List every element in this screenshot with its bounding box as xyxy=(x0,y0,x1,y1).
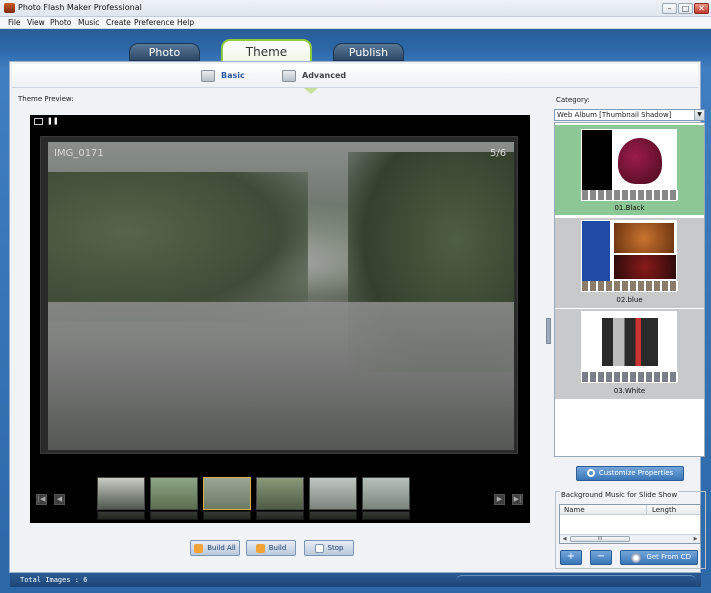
build-all-button[interactable]: Build All xyxy=(190,540,240,556)
active-subtab-indicator xyxy=(304,88,318,94)
panel-splitter[interactable] xyxy=(546,318,551,344)
last-thumbnail-button[interactable]: ▶| xyxy=(512,494,523,505)
theme-item-blue[interactable]: 02.blue xyxy=(555,218,704,308)
maximize-button[interactable]: □ xyxy=(678,3,693,14)
stop-label: Stop xyxy=(327,544,344,552)
window-title-bar: Photo Flash Maker Professional – □ ✕ xyxy=(0,0,711,17)
thumbnail[interactable] xyxy=(150,477,198,510)
menu-photo[interactable]: Photo xyxy=(50,17,71,29)
menu-view[interactable]: View xyxy=(27,17,45,29)
thumbnail[interactable] xyxy=(362,477,410,510)
customize-properties-label: Customize Properties xyxy=(598,469,674,477)
background-music-title: Background Music for Slide Show xyxy=(560,491,679,499)
get-from-cd-button[interactable]: Get From CD xyxy=(620,550,698,565)
thumbnail[interactable] xyxy=(309,477,357,510)
column-name[interactable]: Name xyxy=(564,505,585,515)
tab-publish[interactable]: Publish xyxy=(333,43,404,61)
thumbnail-reflection xyxy=(256,511,304,520)
category-label: Category: xyxy=(556,96,590,104)
theme-thumbnail xyxy=(581,220,678,292)
customize-properties-button[interactable]: Customize Properties xyxy=(576,466,684,481)
theme-label: 01.Black xyxy=(614,204,645,212)
stop-button[interactable]: Stop xyxy=(304,540,354,556)
theme-label: 03.White xyxy=(613,387,646,395)
advanced-settings-icon xyxy=(282,69,296,82)
photo-river xyxy=(48,302,514,450)
image-counter: 5/6 xyxy=(490,148,507,159)
scrollbar-thumb[interactable]: III xyxy=(570,536,630,542)
app-logo-icon xyxy=(4,3,15,13)
build-all-icon xyxy=(194,543,204,553)
stop-icon xyxy=(314,543,324,553)
preview-photo xyxy=(48,142,514,450)
menu-preference[interactable]: Preference xyxy=(134,17,174,29)
remove-music-button[interactable]: − xyxy=(590,550,612,565)
pause-icon[interactable]: ❚❚ xyxy=(47,118,59,125)
theme-label: 02.blue xyxy=(616,296,643,304)
category-dropdown[interactable]: Web Album [Thumbnail Shadow] ▼ xyxy=(554,109,705,121)
close-button[interactable]: ✕ xyxy=(694,3,709,14)
first-thumbnail-button[interactable]: |◀ xyxy=(36,494,47,505)
subtab-basic-label: Basic xyxy=(221,71,245,80)
add-music-button[interactable]: + xyxy=(560,550,582,565)
preview-label: Theme Preview: xyxy=(18,95,74,103)
theme-thumbnail xyxy=(581,311,678,383)
chevron-down-icon[interactable]: ▼ xyxy=(694,110,704,120)
menu-music[interactable]: Music xyxy=(78,17,99,29)
thumbnail-reflection xyxy=(203,511,251,520)
image-name: IMG_0171 xyxy=(54,148,104,159)
scroll-left-icon[interactable]: ◀ xyxy=(561,536,568,542)
prev-thumbnail-button[interactable]: ◀ xyxy=(54,494,65,505)
status-text: Total Images : 6 xyxy=(20,576,88,584)
tab-photo[interactable]: Photo xyxy=(129,43,200,61)
thumbnail-reflection xyxy=(362,511,410,520)
basic-settings-icon xyxy=(201,69,215,82)
thumbnail[interactable] xyxy=(256,477,304,510)
subtab-advanced[interactable]: Advanced xyxy=(282,68,346,84)
build-icon xyxy=(255,543,265,553)
column-length[interactable]: Length xyxy=(652,505,676,515)
category-selected-value: Web Album [Thumbnail Shadow] xyxy=(557,111,672,119)
menu-create[interactable]: Create xyxy=(106,17,131,29)
menu-bar: File View Photo Music Create Preference … xyxy=(0,17,711,29)
window-title: Photo Flash Maker Professional xyxy=(18,3,142,12)
scroll-right-icon[interactable]: ▶ xyxy=(692,536,699,542)
theme-item-white[interactable]: 03.White xyxy=(555,309,704,399)
gear-icon xyxy=(586,469,595,477)
theme-item-black[interactable]: 01.Black xyxy=(555,125,704,215)
thumbnail[interactable] xyxy=(97,477,145,510)
build-button[interactable]: Build xyxy=(246,540,296,556)
build-all-label: Build All xyxy=(207,544,236,552)
subtab-advanced-label: Advanced xyxy=(302,71,347,80)
sub-tab-bar xyxy=(12,64,698,88)
music-table-scrollbar[interactable]: ◀ III ▶ xyxy=(560,534,700,543)
music-table-header: Name Length xyxy=(560,505,700,515)
subtab-basic[interactable]: Basic xyxy=(201,68,245,84)
thumbnail-selected[interactable] xyxy=(203,477,251,510)
thumbnail-reflection xyxy=(150,511,198,520)
column-divider xyxy=(646,505,647,515)
theme-thumbnail xyxy=(581,129,678,201)
cd-icon xyxy=(631,553,641,563)
minimize-button[interactable]: – xyxy=(662,3,677,14)
status-bar-decoration xyxy=(456,575,696,585)
thumbnail-reflection xyxy=(97,511,145,520)
menu-file[interactable]: File xyxy=(8,17,21,29)
photo-hill-left xyxy=(48,172,308,322)
get-from-cd-label: Get From CD xyxy=(646,553,691,561)
tab-theme[interactable]: Theme xyxy=(221,39,312,63)
next-thumbnail-button[interactable]: ▶ xyxy=(494,494,505,505)
menu-help[interactable]: Help xyxy=(177,17,194,29)
fullscreen-icon[interactable] xyxy=(34,118,43,125)
build-label: Build xyxy=(268,544,287,552)
thumbnail-reflection xyxy=(309,511,357,520)
